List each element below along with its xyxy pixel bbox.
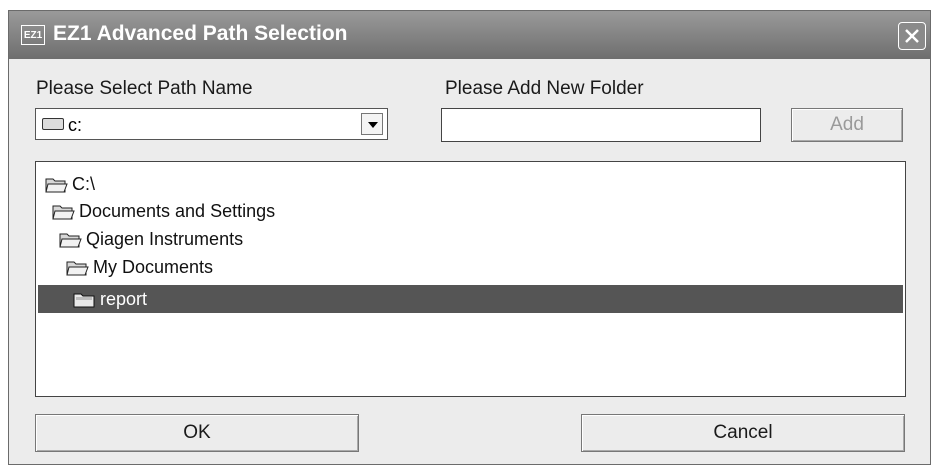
tree-item-label: My Documents (93, 257, 214, 277)
folder-open-icon (66, 259, 89, 276)
tree-item-c-drive[interactable]: C:\ (45, 174, 95, 196)
folder-tree[interactable]: C:\ Documents and Settings Qiagen Instru… (35, 161, 906, 397)
path-name-value: c: (68, 115, 83, 135)
folder-open-icon (59, 231, 82, 248)
cancel-button[interactable]: Cancel (581, 414, 905, 452)
tree-item-my-documents[interactable]: My Documents (66, 257, 213, 279)
new-folder-label: Please Add New Folder (445, 78, 644, 99)
folder-open-icon (45, 176, 68, 193)
close-icon (905, 29, 919, 43)
close-button[interactable] (898, 22, 926, 50)
tree-item-label: C:\ (72, 174, 96, 194)
tree-item-label: Qiagen Instruments (86, 229, 244, 249)
tree-item-report[interactable]: report (38, 285, 903, 313)
dropdown-arrow-button[interactable] (361, 113, 383, 135)
path-name-select[interactable]: c: (35, 108, 388, 140)
add-button[interactable]: Add (791, 108, 903, 142)
path-selection-dialog: EZ1 EZ1 Advanced Path Selection Please S… (8, 10, 931, 465)
tree-item-documents-and-settings[interactable]: Documents and Settings (52, 201, 275, 223)
tree-item-label: report (100, 289, 148, 309)
ok-button[interactable]: OK (35, 414, 359, 452)
folder-closed-icon (73, 291, 96, 308)
chevron-down-icon (368, 122, 378, 128)
hard-drive-icon (42, 118, 64, 130)
title-bar[interactable]: EZ1 EZ1 Advanced Path Selection (9, 11, 930, 59)
tree-item-label: Documents and Settings (79, 201, 276, 221)
app-icon: EZ1 (21, 25, 45, 45)
path-name-label: Please Select Path Name (36, 78, 253, 99)
folder-open-icon (52, 203, 75, 220)
window-title: EZ1 Advanced Path Selection (53, 22, 348, 45)
new-folder-input[interactable] (441, 108, 761, 142)
tree-item-qiagen-instruments[interactable]: Qiagen Instruments (59, 229, 243, 251)
